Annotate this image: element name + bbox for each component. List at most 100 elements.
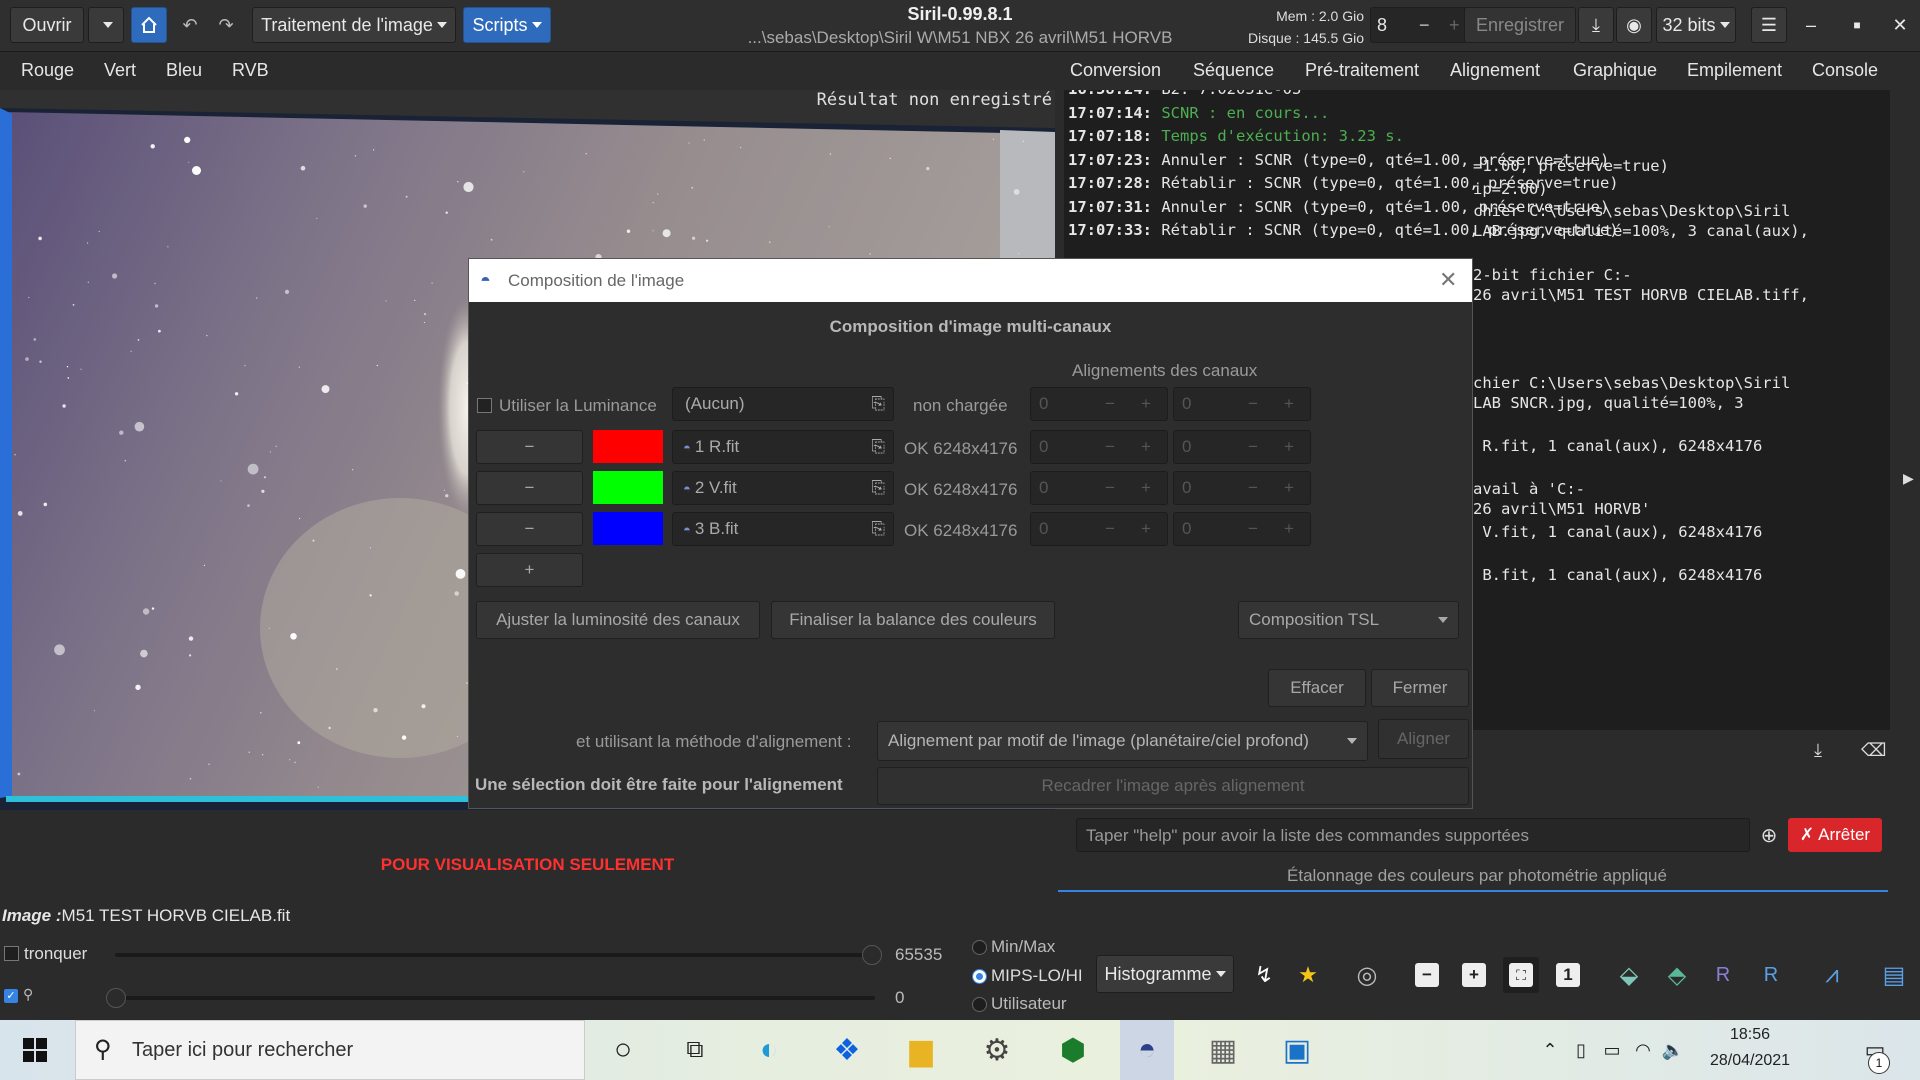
minimize-button[interactable]: – [1795,7,1827,43]
luminance-x-offset[interactable]: 0− + [1030,387,1168,421]
high-value[interactable]: 65535 [895,945,942,965]
channel-file-chooser[interactable]: ◓ 1 R.fit ⎘ [672,430,894,464]
bit-depth-menu[interactable]: 32 bits [1656,7,1736,43]
mirror-y-icon[interactable]: R [1753,957,1789,993]
add-channel-button[interactable]: + [476,553,583,587]
threads-spinner[interactable]: 8 − + [1370,7,1474,43]
taskbar-search-box[interactable]: ⚲ Taper ici pour rechercher [75,1020,585,1080]
tab-stacking[interactable]: Empilement [1687,52,1782,90]
histogram-icon[interactable]: ⩘ [1814,957,1850,993]
star-annotate-icon[interactable]: ★ [1290,957,1326,993]
save-log-icon[interactable]: ⤓ [1814,740,1822,761]
tab-blue[interactable]: Bleu [166,52,202,90]
close-button[interactable]: Fermer [1371,669,1469,707]
zoom-one-button[interactable]: 1 [1550,957,1586,993]
main-menu-button[interactable]: ☰ [1751,7,1787,43]
minus-icon[interactable]: − [1419,15,1430,36]
link-checkbox[interactable]: ✓ [4,989,18,1003]
channel-file-chooser[interactable]: ◓ 2 V.fit ⎘ [672,471,894,505]
maximize-button[interactable]: ■ [1841,7,1873,43]
tab-preprocessing[interactable]: Pré-traitement [1305,52,1419,90]
dropbox-icon[interactable]: ❖ [820,1020,874,1080]
device-icon[interactable]: ▯ [1566,1020,1596,1080]
settings-gear-icon[interactable]: ⚙ [970,1020,1024,1080]
mirror-x-icon[interactable]: R [1705,957,1741,993]
clock-date[interactable]: 28/04/2021 [1700,1052,1800,1070]
zoom-out-button[interactable]: − [1409,957,1445,993]
radio-minmax[interactable] [972,940,987,955]
channel-color-swatch[interactable] [593,471,663,504]
close-icon[interactable]: ✕ [1439,267,1457,293]
redo-button[interactable]: ↷ [210,7,242,43]
tab-conversion[interactable]: Conversion [1070,52,1161,90]
finalize-balance-button[interactable]: Finaliser la balance des couleurs [771,601,1055,639]
reframe-checkbox[interactable]: Recadrer l'image après alignement [877,767,1469,805]
siril-taskbar-icon[interactable]: ◓ [1120,1020,1174,1080]
plus-icon[interactable]: + [1449,15,1460,36]
tab-registration[interactable]: Alignement [1450,52,1540,90]
chevron-up-icon[interactable]: ⌃ [1535,1020,1565,1080]
image-processing-menu[interactable]: Traitement de l'image [252,7,456,43]
channel-x-offset[interactable]: 0− + [1030,430,1168,464]
volume-icon[interactable]: 🔈 [1658,1020,1688,1080]
low-value[interactable]: 0 [895,988,904,1008]
composition-mode-select[interactable]: Composition TSL [1238,601,1459,639]
photos-icon[interactable]: ▣ [1270,1020,1324,1080]
tab-plot[interactable]: Graphique [1573,52,1657,90]
undo-button[interactable]: ↶ [174,7,206,43]
luminance-checkbox[interactable] [477,398,492,413]
channel-y-offset[interactable]: 0− + [1173,430,1311,464]
help-icon[interactable]: ⊕ [1754,818,1784,852]
channel-y-offset[interactable]: 0− + [1173,512,1311,546]
photometry-icon[interactable]: ◎ [1349,957,1385,993]
statistics-icon[interactable]: ▤ [1876,957,1912,993]
channel-x-offset[interactable]: 0− + [1030,512,1168,546]
tab-rgb[interactable]: RVB [232,52,269,93]
clear-button[interactable]: Effacer [1268,669,1366,707]
alignment-method-select[interactable]: Alignement par motif de l'image (planéta… [877,721,1368,761]
rotate-left-icon[interactable]: ⬙ [1611,957,1647,993]
zoom-in-button[interactable]: + [1456,957,1492,993]
radio-mips[interactable] [972,969,987,984]
tab-sequence[interactable]: Séquence [1193,52,1274,90]
windows-start-icon[interactable] [8,1020,62,1080]
stop-button[interactable]: ✗ Arrêter [1788,818,1882,852]
remove-channel-button[interactable]: − [476,430,583,464]
adjust-luminosity-button[interactable]: Ajuster la luminosité des canaux [476,601,760,639]
open-button[interactable]: Ouvrir [10,7,84,43]
high-slider-track[interactable] [115,953,875,957]
scripts-menu[interactable]: Scripts [463,7,551,43]
clock-time[interactable]: 18:56 [1700,1026,1800,1044]
dashlane-icon[interactable]: ⬢ [1046,1020,1100,1080]
luminance-y-offset[interactable]: 0− + [1173,387,1311,421]
snapshot-button[interactable]: ◉ [1616,7,1652,43]
clip-checkbox[interactable] [4,946,19,961]
channel-color-swatch[interactable] [593,512,663,545]
radio-user[interactable] [972,997,987,1012]
high-slider-knob[interactable] [862,945,882,965]
command-input[interactable]: Taper "help" pour avoir la liste des com… [1076,818,1750,852]
luminance-file-chooser[interactable]: (Aucun) ⎘ [672,387,894,421]
tab-green[interactable]: Vert [104,52,136,90]
align-button[interactable]: Aligner [1378,719,1469,759]
battery-icon[interactable]: ▭ [1597,1020,1627,1080]
channel-x-offset[interactable]: 0− + [1030,471,1168,505]
save-as-button[interactable]: ⤓ [1578,7,1614,43]
tab-red[interactable]: Rouge [21,52,74,90]
close-window-button[interactable]: ✕ [1884,7,1916,43]
chevron-right-icon[interactable]: ▶ [1903,470,1914,487]
channel-color-swatch[interactable] [593,430,663,463]
low-slider-track[interactable] [115,996,875,1000]
rotate-right-icon[interactable]: ⬘ [1659,957,1695,993]
calculator-icon[interactable]: ▦ [1196,1020,1250,1080]
channel-file-chooser[interactable]: ◓ 3 B.fit ⎘ [672,512,894,546]
edge-icon[interactable]: ◐ [742,1020,796,1080]
home-button[interactable] [131,7,167,43]
zoom-fit-button[interactable]: ⛶ [1503,957,1539,993]
file-explorer-icon[interactable]: ▆ [894,1020,948,1080]
remove-channel-button[interactable]: − [476,512,583,546]
save-button[interactable]: Enregistrer [1464,7,1576,43]
display-mode-select[interactable]: Histogramme [1096,955,1234,993]
tab-console[interactable]: Console [1812,52,1879,93]
remove-channel-button[interactable]: − [476,471,583,505]
